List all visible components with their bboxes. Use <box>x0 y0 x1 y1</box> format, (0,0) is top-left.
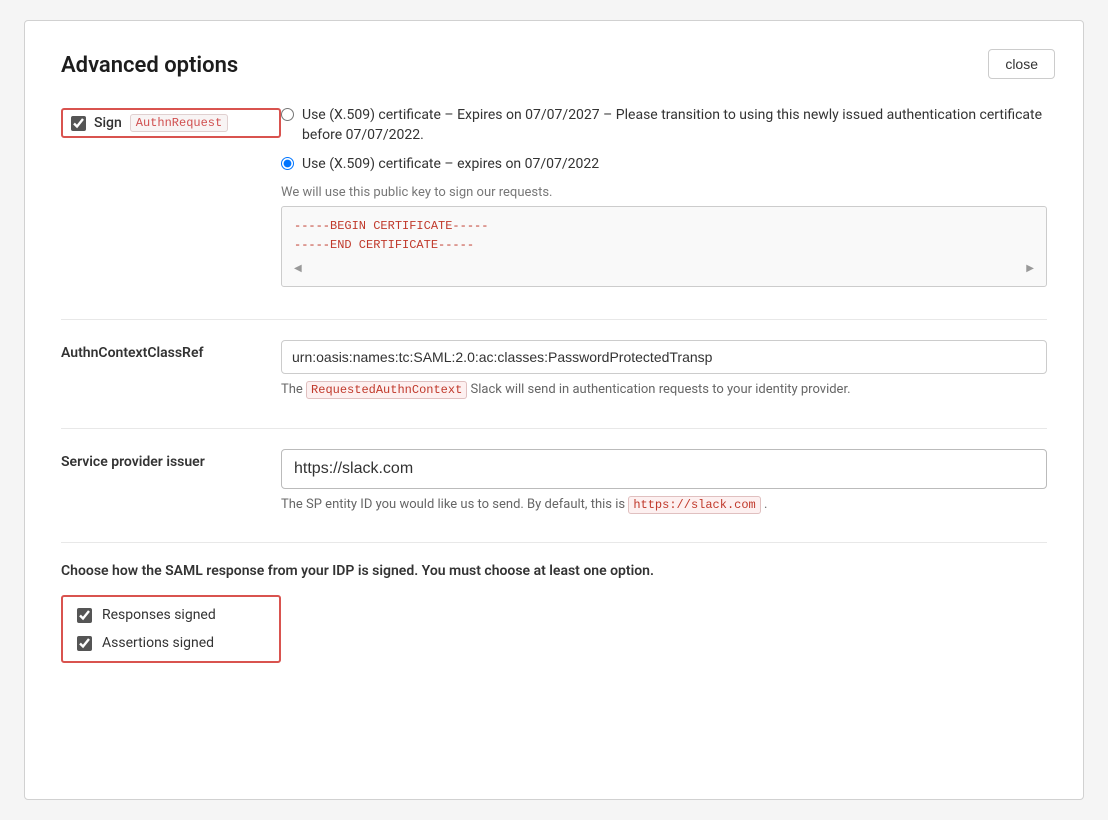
saml-section: Choose how the SAML response from your I… <box>61 563 1047 663</box>
authn-request-tag: AuthnRequest <box>130 114 228 132</box>
sign-label: Sign <box>94 115 122 131</box>
sign-authn-row: Sign AuthnRequest Use (X.509) certificat… <box>61 106 1047 291</box>
sign-authn-label-area: Sign AuthnRequest <box>61 106 281 138</box>
certificate-option-2: Use (X.509) certificate – expires on 07/… <box>281 155 1047 175</box>
sign-authn-checkbox[interactable] <box>71 116 86 131</box>
sp-default-link: https://slack.com <box>628 496 760 514</box>
authn-context-desc-before: The <box>281 382 303 397</box>
sign-authn-wrapper: Sign AuthnRequest <box>61 108 281 138</box>
assertions-signed-row: Assertions signed <box>77 635 265 651</box>
scroll-left-arrow[interactable]: ◀ <box>294 263 302 274</box>
authn-context-input[interactable] <box>281 340 1047 374</box>
assertions-signed-label: Assertions signed <box>102 635 214 651</box>
scroll-right-arrow[interactable]: ▶ <box>1026 263 1034 274</box>
cert-option-2-text: Use (X.509) certificate – expires on 07/… <box>302 155 599 175</box>
saml-heading: Choose how the SAML response from your I… <box>61 563 1047 579</box>
responses-signed-label: Responses signed <box>102 607 216 623</box>
authn-context-label: AuthnContextClassRef <box>61 337 203 361</box>
requested-authn-context-tag: RequestedAuthnContext <box>306 381 467 399</box>
close-button[interactable]: close <box>988 49 1055 79</box>
saml-checkbox-group: Responses signed Assertions signed <box>61 595 281 663</box>
cert-end: -----END CERTIFICATE----- <box>294 236 1034 255</box>
assertions-signed-checkbox[interactable] <box>77 636 92 651</box>
service-provider-description: The SP entity ID you would like us to se… <box>281 495 1047 515</box>
certificate-options: Use (X.509) certificate – Expires on 07/… <box>281 106 1047 291</box>
cert-begin: -----BEGIN CERTIFICATE----- <box>294 217 1034 236</box>
cert-helper-text: We will use this public key to sign our … <box>281 185 1047 200</box>
service-provider-label: Service provider issuer <box>61 446 205 470</box>
authn-context-row: AuthnContextClassRef The RequestedAuthnC… <box>61 340 1047 400</box>
certificate-box: -----BEGIN CERTIFICATE----- -----END CER… <box>281 206 1047 287</box>
divider-1 <box>61 319 1047 320</box>
service-provider-content: The SP entity ID you would like us to se… <box>281 449 1047 515</box>
responses-signed-row: Responses signed <box>77 607 265 623</box>
authn-context-label-area: AuthnContextClassRef <box>61 340 281 361</box>
cert-option-1-text: Use (X.509) certificate – Expires on 07/… <box>302 106 1047 145</box>
service-provider-input[interactable] <box>281 449 1047 489</box>
authn-context-content: The RequestedAuthnContext Slack will sen… <box>281 340 1047 400</box>
sp-desc-before: The SP entity ID you would like us to se… <box>281 497 625 512</box>
divider-2 <box>61 428 1047 429</box>
service-provider-label-area: Service provider issuer <box>61 449 281 470</box>
advanced-options-modal: Advanced options close Sign AuthnRequest… <box>24 20 1084 800</box>
cert-radio-2[interactable] <box>281 157 294 170</box>
cert-radio-1[interactable] <box>281 108 294 121</box>
service-provider-row: Service provider issuer The SP entity ID… <box>61 449 1047 515</box>
modal-title: Advanced options <box>61 53 1047 78</box>
authn-context-description: The RequestedAuthnContext Slack will sen… <box>281 380 1047 400</box>
divider-3 <box>61 542 1047 543</box>
cert-scroll-bar: ◀ ▶ <box>294 261 1034 276</box>
certificate-option-1: Use (X.509) certificate – Expires on 07/… <box>281 106 1047 145</box>
sp-desc-after: . <box>764 497 767 512</box>
responses-signed-checkbox[interactable] <box>77 608 92 623</box>
authn-context-desc-after: Slack will send in authentication reques… <box>471 382 851 397</box>
